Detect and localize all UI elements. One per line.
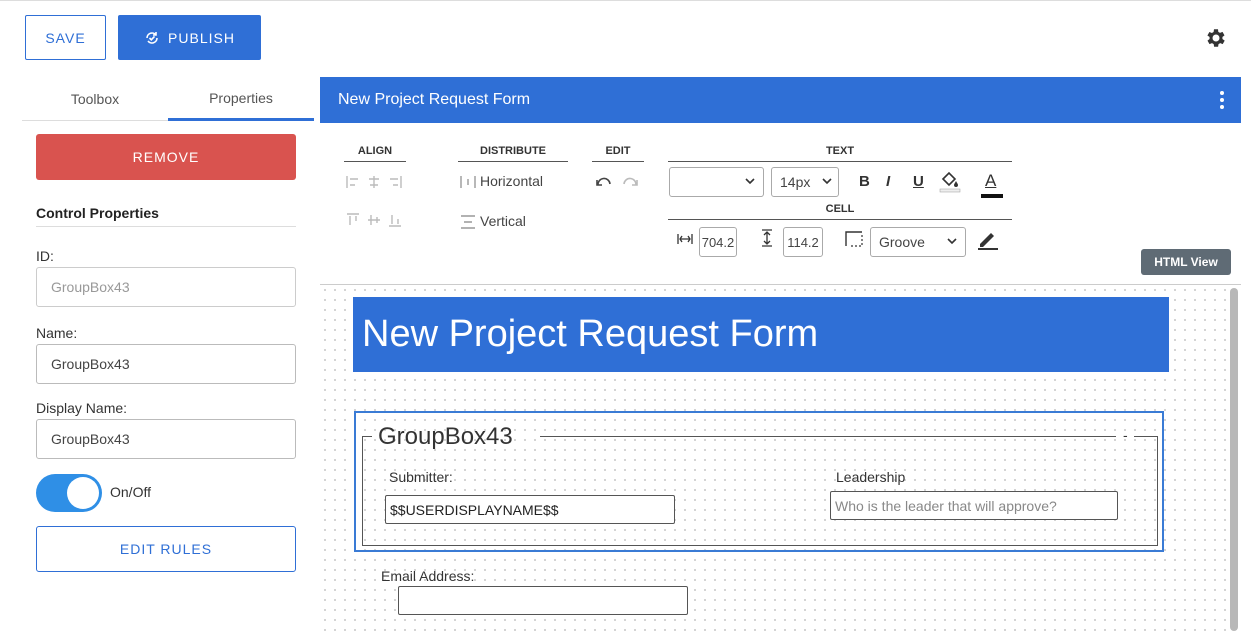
border-icon bbox=[845, 231, 863, 247]
height-icon bbox=[762, 229, 772, 247]
font-size-select[interactable]: 14px bbox=[771, 167, 839, 197]
control-properties-heading: Control Properties bbox=[36, 205, 296, 227]
distribute-vertical[interactable]: Vertical bbox=[480, 213, 526, 229]
id-label: ID: bbox=[36, 248, 54, 264]
distribute-horizontal-icon bbox=[460, 176, 476, 188]
email-input[interactable] bbox=[398, 586, 688, 615]
display-name-field[interactable]: GroupBox43 bbox=[36, 419, 296, 459]
font-color-swatch bbox=[981, 194, 1003, 198]
align-top-icon[interactable] bbox=[346, 213, 360, 227]
underline-button[interactable]: U bbox=[913, 173, 924, 190]
font-color-button[interactable]: A bbox=[985, 171, 996, 191]
pencil-icon[interactable] bbox=[976, 227, 1000, 251]
cell-height-input[interactable]: 114.2 bbox=[783, 227, 823, 257]
gear-icon[interactable] bbox=[1203, 26, 1227, 50]
chevron-down-icon bbox=[745, 178, 755, 185]
editor-title: New Project Request Form bbox=[338, 91, 531, 108]
align-center-icon[interactable] bbox=[367, 175, 381, 189]
redo-icon[interactable] bbox=[620, 175, 638, 189]
bold-button[interactable]: B bbox=[859, 173, 870, 190]
groupbox-border-left bbox=[362, 436, 372, 437]
align-right-icon[interactable] bbox=[388, 175, 402, 189]
panel-tabs: Toolbox Properties bbox=[22, 77, 314, 121]
publish-icon bbox=[146, 31, 158, 44]
edit-rules-button[interactable]: EDIT RULES bbox=[36, 526, 296, 572]
toggle-knob bbox=[67, 477, 99, 509]
align-group-label: ALIGN bbox=[357, 145, 393, 157]
leadership-label: Leadership bbox=[836, 469, 906, 485]
italic-button[interactable]: I bbox=[886, 173, 890, 190]
width-icon bbox=[677, 234, 693, 244]
editor-header: New Project Request Form bbox=[320, 77, 1241, 123]
canvas-scrollbar[interactable] bbox=[1230, 288, 1238, 631]
distribute-horizontal[interactable]: Horizontal bbox=[480, 173, 543, 189]
on-off-toggle[interactable] bbox=[36, 474, 102, 512]
cell-group-label: CELL bbox=[825, 203, 855, 215]
html-view-button[interactable]: HTML View bbox=[1141, 249, 1231, 275]
more-vertical-icon[interactable] bbox=[1219, 89, 1225, 111]
cell-width-input[interactable]: 704.2 bbox=[699, 227, 737, 257]
border-style-select[interactable]: Groove bbox=[870, 227, 966, 257]
submitter-input[interactable]: $$USERDISPLAYNAME$$ bbox=[385, 495, 675, 524]
text-group-label: TEXT bbox=[825, 145, 855, 157]
distribute-group-label: DISTRIBUTE bbox=[480, 145, 546, 157]
remove-button[interactable]: REMOVE bbox=[36, 134, 296, 180]
font-size-value: 14px bbox=[780, 174, 811, 190]
distribute-vertical-icon bbox=[461, 215, 475, 229]
align-middle-icon[interactable] bbox=[367, 213, 381, 227]
chevron-down-icon bbox=[947, 238, 957, 245]
groupbox-border-right bbox=[1134, 436, 1158, 437]
name-label: Name: bbox=[36, 325, 78, 341]
tab-toolbox[interactable]: Toolbox bbox=[22, 77, 168, 121]
font-family-select[interactable] bbox=[669, 167, 764, 197]
form-banner-title[interactable]: New Project Request Form bbox=[353, 297, 1169, 372]
email-label: Email Address: bbox=[381, 568, 475, 584]
undo-icon[interactable] bbox=[596, 175, 614, 189]
align-bottom-icon[interactable] bbox=[388, 213, 402, 227]
submitter-label: Submitter: bbox=[389, 469, 453, 485]
publish-button[interactable]: PUBLISH bbox=[118, 15, 261, 60]
border-style-value: Groove bbox=[879, 234, 925, 250]
toggle-label: On/Off bbox=[110, 484, 151, 500]
edit-group-label: EDIT bbox=[605, 145, 631, 157]
format-toolbar: ALIGN DISTRIBUTE Horizontal Vertical EDI… bbox=[320, 123, 1241, 285]
groupbox-title: GroupBox43 bbox=[378, 423, 513, 450]
groupbox-collapse[interactable]: - bbox=[1123, 427, 1128, 443]
name-field[interactable]: GroupBox43 bbox=[36, 344, 296, 384]
save-button[interactable]: SAVE bbox=[25, 15, 106, 60]
publish-label: PUBLISH bbox=[168, 29, 235, 46]
groupbox-border-middle bbox=[540, 436, 1116, 437]
display-name-label: Display Name: bbox=[36, 400, 128, 416]
fill-color-icon[interactable] bbox=[939, 169, 961, 193]
chevron-down-icon bbox=[822, 178, 832, 185]
id-field: GroupBox43 bbox=[36, 267, 296, 307]
tab-properties[interactable]: Properties bbox=[168, 77, 314, 121]
leadership-input[interactable]: Who is the leader that will approve? bbox=[830, 491, 1118, 520]
align-left-icon[interactable] bbox=[346, 175, 360, 189]
